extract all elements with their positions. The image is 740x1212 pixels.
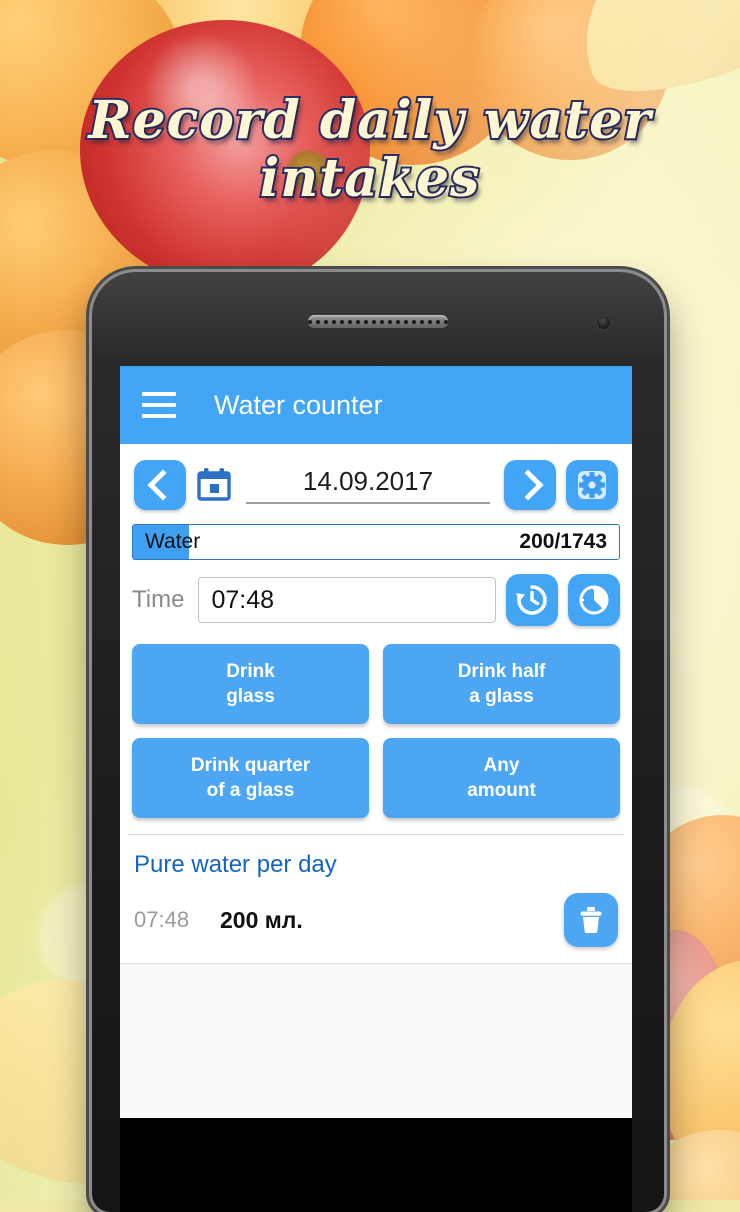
promo-headline: Record daily water intakes xyxy=(0,90,740,210)
progress-value: 200/1743 xyxy=(519,530,607,553)
promo-headline-line2: intakes xyxy=(258,148,482,210)
history-clock-icon xyxy=(516,585,547,615)
clock-pie-icon xyxy=(579,585,609,615)
drink-half-line2: a glass xyxy=(469,686,534,707)
chevron-right-icon xyxy=(511,469,544,501)
phone-front-camera xyxy=(595,314,612,331)
drink-half-glass-button[interactable]: Drink half a glass xyxy=(383,644,620,724)
history-button[interactable] xyxy=(506,574,558,626)
table-row[interactable]: 07:48 200 мл. xyxy=(120,887,632,964)
drink-buttons-grid: Drink glass Drink half a glass Drink qua… xyxy=(120,634,632,832)
drink-quarter-line2: of a glass xyxy=(206,780,295,801)
drink-half-line1: Drink half xyxy=(457,661,546,682)
water-progress-bar[interactable]: Water 200/1743 xyxy=(132,524,620,560)
drink-glass-button[interactable]: Drink glass xyxy=(132,644,369,724)
drink-quarter-glass-button[interactable]: Drink quarter of a glass xyxy=(132,738,369,818)
drink-glass-line2: glass xyxy=(226,686,275,707)
any-amount-line2: amount xyxy=(467,780,536,801)
any-amount-button[interactable]: Any amount xyxy=(383,738,620,818)
drink-quarter-line1: Drink quarter xyxy=(190,755,311,776)
trash-icon xyxy=(580,907,602,933)
hamburger-icon[interactable] xyxy=(142,392,176,418)
phone-mockup: Water counter 14.09.2017 Water 200/1743 … xyxy=(92,272,664,1212)
chevron-left-icon xyxy=(146,469,179,501)
delete-entry-button[interactable] xyxy=(564,893,618,947)
gear-icon xyxy=(578,471,606,499)
app-bar: Water counter xyxy=(120,366,632,444)
any-amount-line1: Any xyxy=(483,755,520,776)
date-bar: 14.09.2017 xyxy=(120,444,632,520)
promo-headline-line1: Record daily water xyxy=(86,90,652,152)
time-row: Time 07:48 xyxy=(120,560,632,634)
list-empty-area xyxy=(120,964,632,1118)
time-input[interactable]: 07:48 xyxy=(198,577,496,623)
phone-screen: Water counter 14.09.2017 Water 200/1743 … xyxy=(120,366,632,1118)
phone-screen-black-area xyxy=(120,1118,632,1212)
date-field[interactable]: 14.09.2017 xyxy=(246,466,490,504)
app-content: 14.09.2017 Water 200/1743 Time 07:48 Dri… xyxy=(120,444,632,1118)
previous-day-button[interactable] xyxy=(134,460,186,510)
entry-time: 07:48 xyxy=(134,907,190,932)
calendar-icon[interactable] xyxy=(196,468,232,502)
progress-label: Water xyxy=(145,530,201,553)
entry-amount: 200 мл. xyxy=(220,906,303,933)
clock-button[interactable] xyxy=(568,574,620,626)
time-label: Time xyxy=(132,586,185,613)
list-section-title: Pure water per day xyxy=(134,851,337,878)
page-title: Water counter xyxy=(214,389,383,420)
phone-speaker-grille xyxy=(308,315,448,328)
drink-glass-line1: Drink xyxy=(226,661,275,682)
next-day-button[interactable] xyxy=(504,460,556,510)
settings-button[interactable] xyxy=(566,460,618,510)
